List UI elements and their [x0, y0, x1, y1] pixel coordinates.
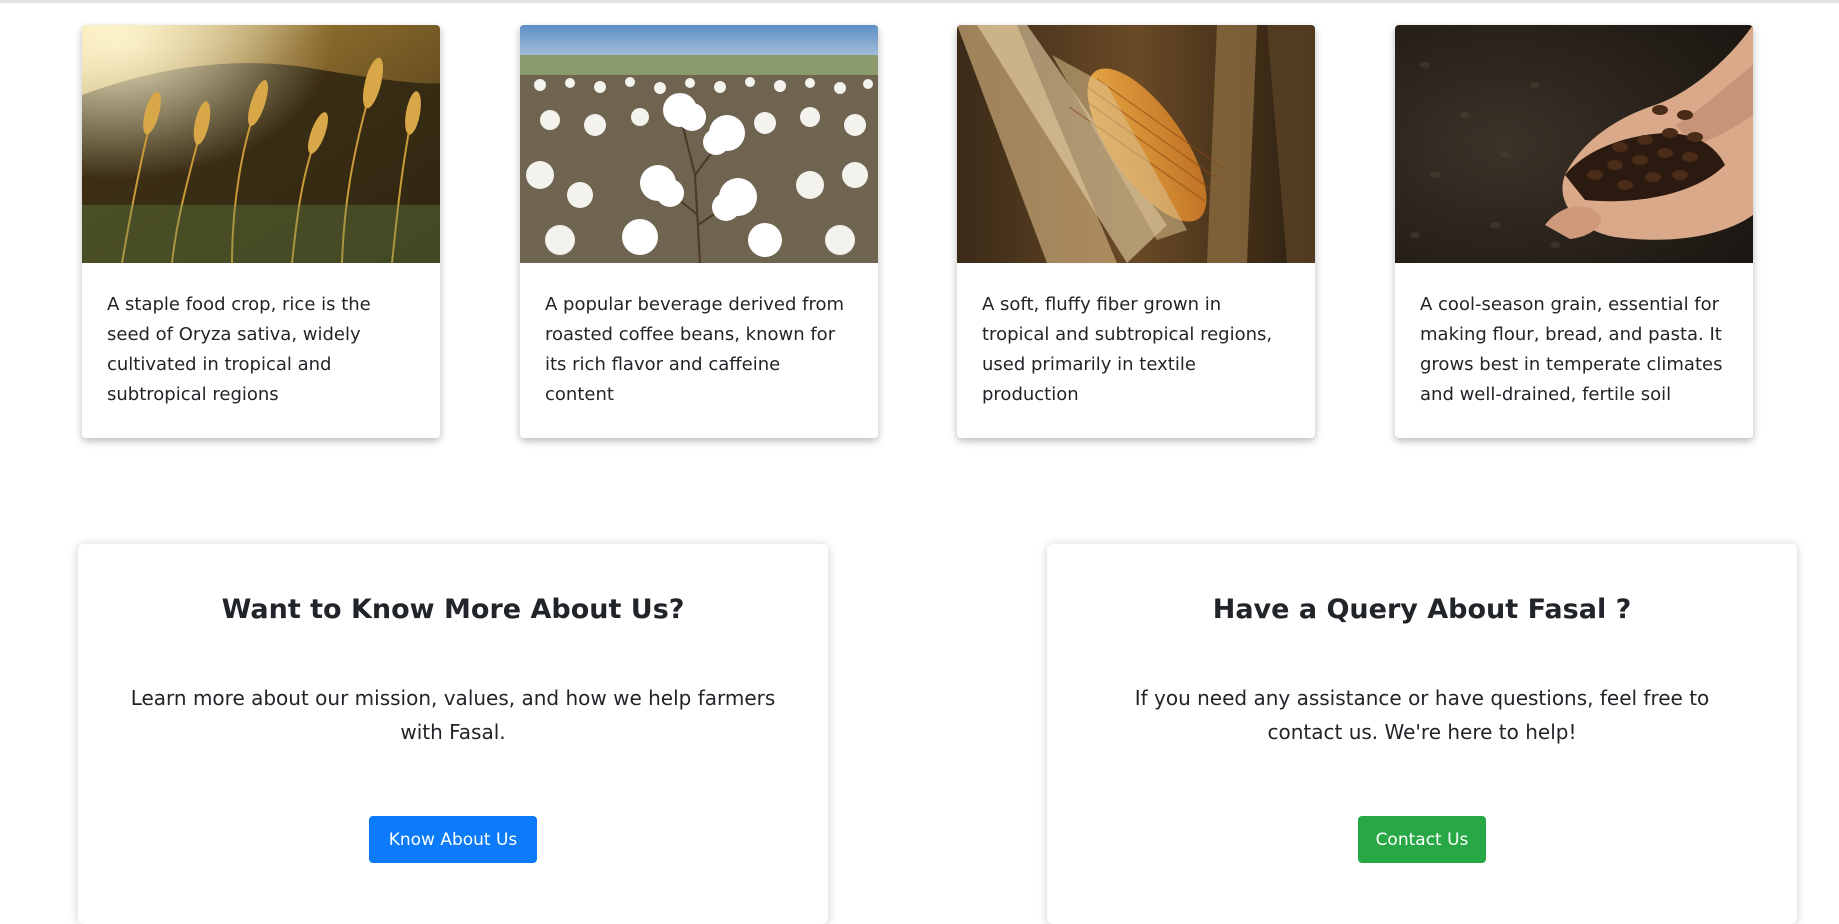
contact-title: Have a Query About Fasal ?	[1212, 594, 1632, 625]
top-divider	[0, 0, 1839, 3]
about-card: Want to Know More About Us? Learn more a…	[78, 544, 828, 924]
about-description: Learn more about our mission, values, an…	[130, 686, 776, 744]
crop-card-3: A soft, fluffy fiber grown in tropical a…	[957, 25, 1315, 438]
contact-card: Have a Query About Fasal ? If you need a…	[1047, 544, 1797, 924]
crop-description: A staple food crop, rice is the seed of …	[107, 294, 371, 405]
crop-description: A cool-season grain, essential for makin…	[1420, 294, 1723, 405]
crop-card-1: A staple food crop, rice is the seed of …	[82, 25, 440, 438]
coffee-beans-in-hands-photo	[1395, 25, 1753, 263]
know-about-us-button[interactable]: Know About Us	[369, 816, 537, 863]
contact-us-button[interactable]: Contact Us	[1358, 816, 1486, 863]
corn-cob-photo	[957, 25, 1315, 263]
wheat-field-photo	[82, 25, 440, 263]
contact-description: If you need any assistance or have quest…	[1134, 686, 1710, 744]
crop-card-2: A popular beverage derived from roasted …	[520, 25, 878, 438]
crop-card-4: A cool-season grain, essential for makin…	[1395, 25, 1753, 438]
about-title: Want to Know More About Us?	[221, 594, 685, 625]
crop-description: A soft, fluffy fiber grown in tropical a…	[982, 294, 1273, 405]
crop-description: A popular beverage derived from roasted …	[545, 294, 845, 405]
cotton-field-photo	[520, 25, 878, 263]
